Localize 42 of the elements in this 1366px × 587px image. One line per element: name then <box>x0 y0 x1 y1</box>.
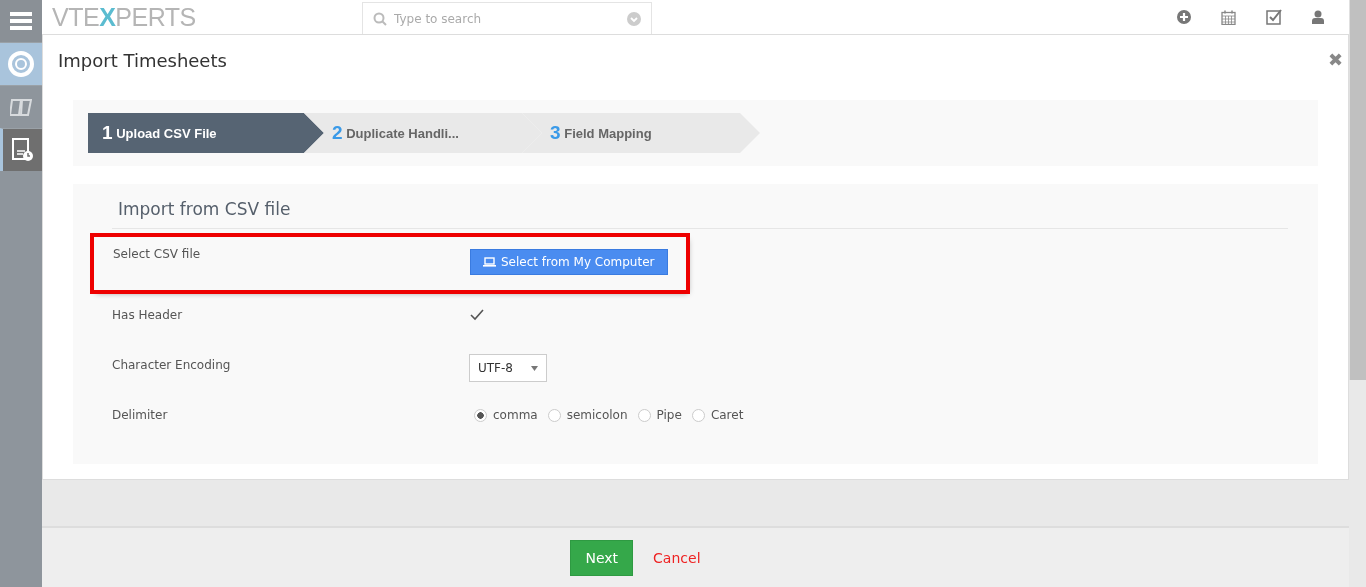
wizard-step[interactable]: 1 Upload CSV File <box>88 113 324 153</box>
tickets-icon <box>10 97 32 117</box>
field-label: Select CSV file <box>113 247 202 261</box>
scrollbar[interactable] <box>1349 0 1366 380</box>
timesheet-icon <box>11 138 34 162</box>
laptop-icon <box>483 257 496 267</box>
sidebar-item[interactable] <box>0 42 42 85</box>
search-field[interactable]: Type to search <box>392 10 622 27</box>
radio-button[interactable] <box>547 408 561 422</box>
next-button[interactable]: Next <box>570 539 634 576</box>
radio-label: comma <box>493 408 538 422</box>
wizard-step[interactable]: 2 Duplicate Handli... <box>304 113 542 153</box>
add-icon[interactable] <box>1177 10 1191 24</box>
radio-label: Caret <box>710 408 744 422</box>
wizard-step[interactable]: 3 Field Mapping <box>522 113 760 153</box>
checkbox-icon[interactable] <box>1266 9 1282 25</box>
logo: VTEXPERTS <box>52 2 197 32</box>
chevron-down-icon <box>627 11 641 26</box>
search-icon <box>373 11 387 26</box>
search-box[interactable]: Type to search <box>362 2 652 34</box>
cancel-link[interactable]: Cancel <box>653 549 701 566</box>
calendar-icon[interactable] <box>1221 9 1236 25</box>
checkbox[interactable] <box>469 308 485 322</box>
menu-icon <box>10 12 32 30</box>
radio-label: Pipe <box>656 408 682 422</box>
radio-button[interactable] <box>474 408 487 422</box>
section-heading: Import from CSV file <box>112 194 1288 229</box>
field-label: Character Encoding <box>112 358 232 372</box>
radio-button[interactable] <box>691 408 705 422</box>
radio-label: semicolon <box>566 408 628 422</box>
radio-button[interactable] <box>637 408 651 422</box>
user-icon[interactable] <box>1312 10 1324 24</box>
select-file-button[interactable]: Select from My Computer <box>470 249 668 275</box>
menu-button[interactable] <box>0 0 42 42</box>
field-label: Has Header <box>112 308 184 322</box>
field-label: Delimiter <box>112 408 169 422</box>
encoding-dropdown[interactable]: UTF-8 <box>469 354 547 382</box>
sidebar-item[interactable] <box>0 128 42 171</box>
modal-title: Import Timesheets <box>58 49 227 71</box>
caret-icon <box>531 365 538 371</box>
close-button[interactable]: ✖ <box>1328 49 1343 71</box>
lifebuoy-icon <box>8 51 34 77</box>
